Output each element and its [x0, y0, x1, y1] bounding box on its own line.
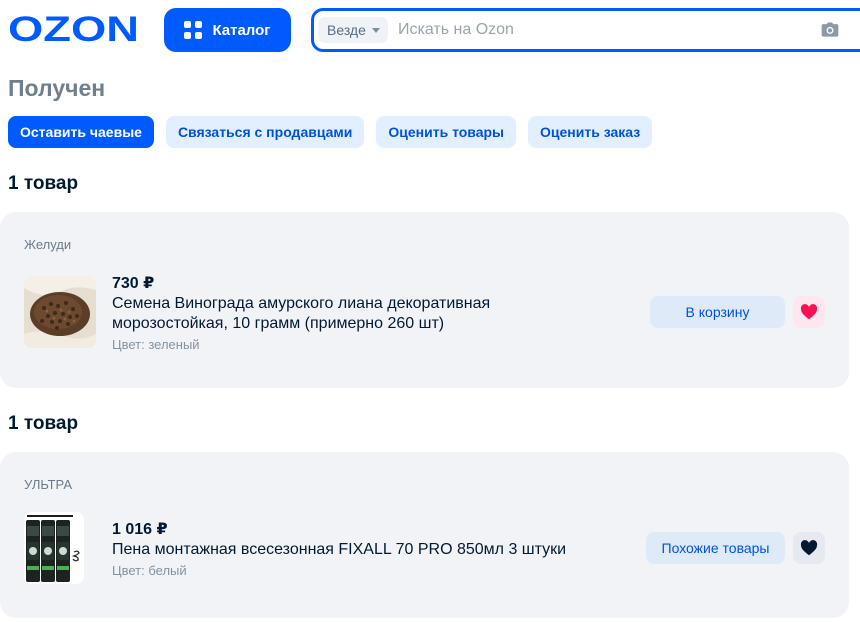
order-item-card: УЛЬТРА 1 016 ₽ Пена монтажная всесезонна…: [0, 452, 849, 618]
product-title-line: морозостойкая, 10 грамм (примерно 260 шт…: [112, 315, 445, 332]
product-price: 1 016 ₽: [112, 521, 168, 538]
product-title[interactable]: Пена монтажная всесезонная FIXALL 70 PRO…: [112, 540, 592, 560]
chevron-down-icon: [371, 27, 380, 33]
similar-items-button[interactable]: Похожие товары: [646, 532, 785, 564]
search-scope-label: Везде: [327, 22, 366, 38]
product-image[interactable]: [24, 276, 96, 348]
seller-name[interactable]: Желуди: [24, 237, 71, 252]
svg-text:OZON: OZON: [8, 13, 139, 45]
heart-filled-icon: [800, 304, 818, 320]
product-attribute: Цвет: зеленый: [112, 337, 200, 352]
camera-icon[interactable]: [820, 20, 840, 40]
product-title-line: Семена Винограда амурского лиана декорат…: [112, 295, 491, 312]
seller-name[interactable]: УЛЬТРА: [24, 477, 72, 492]
grid-icon: [184, 21, 203, 39]
search-scope-select[interactable]: Везде: [318, 17, 388, 43]
ozon-logo[interactable]: OZON: [8, 13, 140, 45]
search-bar: Везде: [311, 8, 860, 52]
group-count-title: 1 товар: [8, 413, 79, 434]
add-to-cart-button[interactable]: В корзину: [650, 296, 785, 328]
favorite-button[interactable]: [793, 296, 825, 328]
tip-button[interactable]: Оставить чаевые: [8, 116, 154, 148]
search-input[interactable]: [398, 17, 798, 43]
product-title[interactable]: Семена Винограда амурского лиана декорат…: [112, 294, 542, 334]
group-count-title: 1 товар: [8, 173, 79, 194]
catalog-label: Каталог: [212, 21, 271, 39]
catalog-button[interactable]: Каталог: [164, 8, 291, 52]
product-attribute: Цвет: белый: [112, 563, 187, 578]
order-status-title: Получен: [8, 75, 106, 101]
product-image[interactable]: [24, 512, 84, 584]
header: OZON Каталог Везде: [0, 0, 860, 60]
favorite-button[interactable]: [793, 532, 825, 564]
order-actions: Оставить чаевые Связаться с продавцами О…: [8, 116, 653, 148]
heart-icon: [800, 540, 818, 556]
rate-items-button[interactable]: Оценить товары: [376, 116, 517, 148]
product-price: 730 ₽: [112, 275, 155, 292]
rate-order-button[interactable]: Оценить заказ: [528, 116, 653, 148]
order-item-card: Желуди 730 ₽ Семена Винограда амурского …: [0, 212, 849, 388]
contact-sellers-button[interactable]: Связаться с продавцами: [165, 116, 365, 148]
